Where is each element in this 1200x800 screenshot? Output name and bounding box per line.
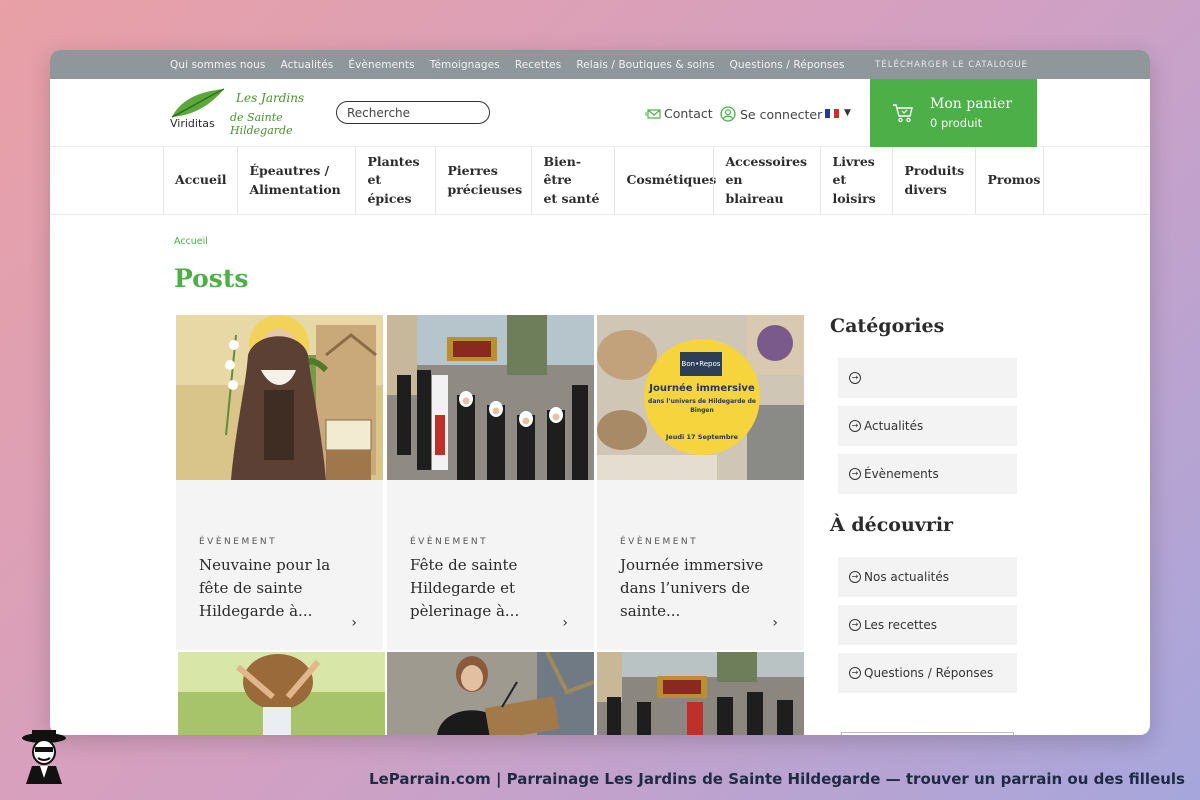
- category-item-empty[interactable]: →: [838, 358, 1017, 398]
- category-label: Évènements: [864, 467, 939, 481]
- topbar-link-news[interactable]: Actualités: [281, 59, 334, 71]
- nav-item-cosmetics[interactable]: Cosmétiques: [614, 147, 717, 214]
- nav-item-books[interactable]: Livres et loisirs: [820, 147, 892, 214]
- promo-date: Jeudi 17 Septembre: [665, 433, 739, 441]
- nav-label: Produits divers: [904, 163, 965, 197]
- nav-item-accessories[interactable]: Accessoires en blaireau: [713, 147, 820, 214]
- post-image-speaker[interactable]: [387, 652, 594, 735]
- discover-item-faq[interactable]: → Questions / Réponses: [838, 653, 1017, 693]
- nav-item-products[interactable]: Produits divers: [892, 147, 975, 214]
- browser-window: Qui sommes nous Actualités Évènements Té…: [50, 50, 1150, 735]
- topbar-link-testimonials[interactable]: Témoignages: [430, 59, 500, 71]
- arrow-right-circle-icon: →: [849, 372, 861, 384]
- category-label: Actualités: [864, 419, 924, 433]
- post-card[interactable]: Bon•Repos Journée immersive dans l’unive…: [597, 315, 804, 650]
- nav-label: Accueil: [175, 172, 227, 188]
- cart-count: 0 produit: [930, 116, 983, 130]
- nav-item-food[interactable]: Épeautres / Alimentation: [237, 147, 355, 214]
- post-category: ÉVÈNEMENT: [410, 537, 489, 547]
- nav-label: Livres et loisirs: [832, 154, 876, 206]
- nav-label: Accessoires en blaireau: [725, 154, 808, 206]
- top-bar: Qui sommes nous Actualités Évènements Té…: [50, 50, 1150, 79]
- login-link[interactable]: Se connecter: [720, 106, 822, 122]
- nav-label: Bien-être et santé: [543, 154, 600, 206]
- discover-heading: À découvrir: [830, 514, 954, 536]
- logo-brand: Viriditas: [170, 117, 215, 130]
- chevron-right-icon[interactable]: ›: [772, 615, 778, 631]
- search-input[interactable]: [336, 101, 490, 124]
- post-title[interactable]: Journée immersive dans l’univers de sain…: [620, 554, 770, 623]
- nav-label: Épeautres / Alimentation: [249, 163, 341, 197]
- logo-line-1: Les Jardins: [236, 91, 305, 105]
- topbar-link-shops[interactable]: Relais / Boutiques & soins: [576, 59, 714, 71]
- post-image-jumping-girl[interactable]: [178, 652, 385, 735]
- chevron-right-icon[interactable]: ›: [351, 615, 357, 631]
- topbar-link-recipes[interactable]: Recettes: [515, 59, 561, 71]
- main-nav: Accueil Épeautres / Alimentation Plantes e…: [50, 147, 1150, 215]
- nav-item-wellness[interactable]: Bien-être et santé: [531, 147, 614, 214]
- french-flag-icon: [825, 108, 840, 118]
- post-image-procession-2[interactable]: [597, 652, 804, 735]
- post-card[interactable]: ÉVÈNEMENT Neuvaine pour la fête de saint…: [176, 315, 383, 650]
- contact-link[interactable]: Contact: [645, 106, 713, 121]
- post-title[interactable]: Neuvaine pour la fête de sainte Hildegar…: [199, 554, 349, 623]
- category-item-events[interactable]: → Évènements: [838, 454, 1017, 494]
- arrow-right-circle-icon: →: [849, 571, 861, 583]
- nav-item-plants[interactable]: Plantes et épices: [355, 147, 435, 214]
- discover-item-news[interactable]: → Nos actualités: [838, 557, 1017, 597]
- contact-label: Contact: [664, 106, 713, 121]
- page-title: Posts: [174, 264, 249, 293]
- topbar-link-faq[interactable]: Questions / Réponses: [730, 59, 845, 71]
- categories-heading: Catégories: [830, 315, 945, 337]
- cart-icon: [893, 104, 913, 123]
- nav-item-promos[interactable]: Promos: [975, 147, 1045, 214]
- breadcrumb-home[interactable]: Accueil: [174, 236, 208, 247]
- user-icon: [720, 106, 736, 122]
- post-image-immersive-day: Bon•Repos Journée immersive dans l’unive…: [597, 315, 804, 480]
- download-catalog-link[interactable]: TÉLÉCHARGER LE CATALOGUE: [875, 60, 1028, 70]
- promo-brand-logo: Bon•Repos: [680, 352, 722, 376]
- post-category: ÉVÈNEMENT: [199, 537, 278, 547]
- envelope-icon: [645, 108, 661, 119]
- topbar-link-events[interactable]: Évènements: [348, 59, 414, 71]
- site-logo[interactable]: Viriditas Les Jardins de Sainte Hildegar…: [168, 87, 328, 137]
- logo-line-2: de Sainte Hildegarde: [230, 111, 293, 137]
- arrow-right-circle-icon: →: [849, 420, 861, 432]
- promo-headline: Journée immersive: [649, 383, 755, 394]
- promo-subline: dans l’univers de Hildegarde de Bingen: [648, 398, 756, 414]
- nav-label: Cosmétiques: [626, 172, 717, 188]
- post-image-procession: [387, 315, 594, 480]
- post-image-saint: [176, 315, 383, 480]
- login-label: Se connecter: [740, 106, 823, 122]
- post-category: ÉVÈNEMENT: [620, 537, 699, 547]
- arrow-right-circle-icon: →: [849, 667, 861, 679]
- mascot-icon: [22, 730, 66, 784]
- discover-label: Questions / Réponses: [864, 666, 994, 680]
- nav-label: Promos: [987, 172, 1041, 188]
- nav-label: Plantes et épices: [367, 154, 420, 206]
- topbar-link-about[interactable]: Qui sommes nous: [170, 59, 266, 71]
- sidebar-box: [841, 732, 1014, 735]
- nav-item-home[interactable]: Accueil: [163, 147, 237, 214]
- category-item-news[interactable]: → Actualités: [838, 406, 1017, 446]
- cart-title: Mon panier: [930, 96, 1013, 112]
- footer-caption: LeParrain.com | Parrainage Les Jardins d…: [369, 770, 1185, 788]
- nav-item-stones[interactable]: Pierres précieuses: [435, 147, 531, 214]
- chevron-right-icon[interactable]: ›: [562, 615, 568, 631]
- post-title[interactable]: Fête de sainte Hildegarde et pèlerinage …: [410, 554, 560, 623]
- chevron-down-icon: ▼: [844, 108, 851, 118]
- nav-label: Pierres précieuses: [447, 163, 523, 197]
- discover-item-recipes[interactable]: → Les recettes: [838, 605, 1017, 645]
- language-selector[interactable]: ▼: [825, 108, 851, 118]
- header: Viriditas Les Jardins de Sainte Hildegar…: [50, 79, 1150, 147]
- cart-button[interactable]: Mon panier 0 produit: [870, 79, 1037, 147]
- discover-label: Les recettes: [864, 618, 938, 632]
- discover-label: Nos actualités: [864, 570, 950, 584]
- arrow-right-circle-icon: →: [849, 619, 861, 631]
- post-card[interactable]: ÉVÈNEMENT Fête de sainte Hildegarde et p…: [387, 315, 594, 650]
- arrow-right-circle-icon: →: [849, 468, 861, 480]
